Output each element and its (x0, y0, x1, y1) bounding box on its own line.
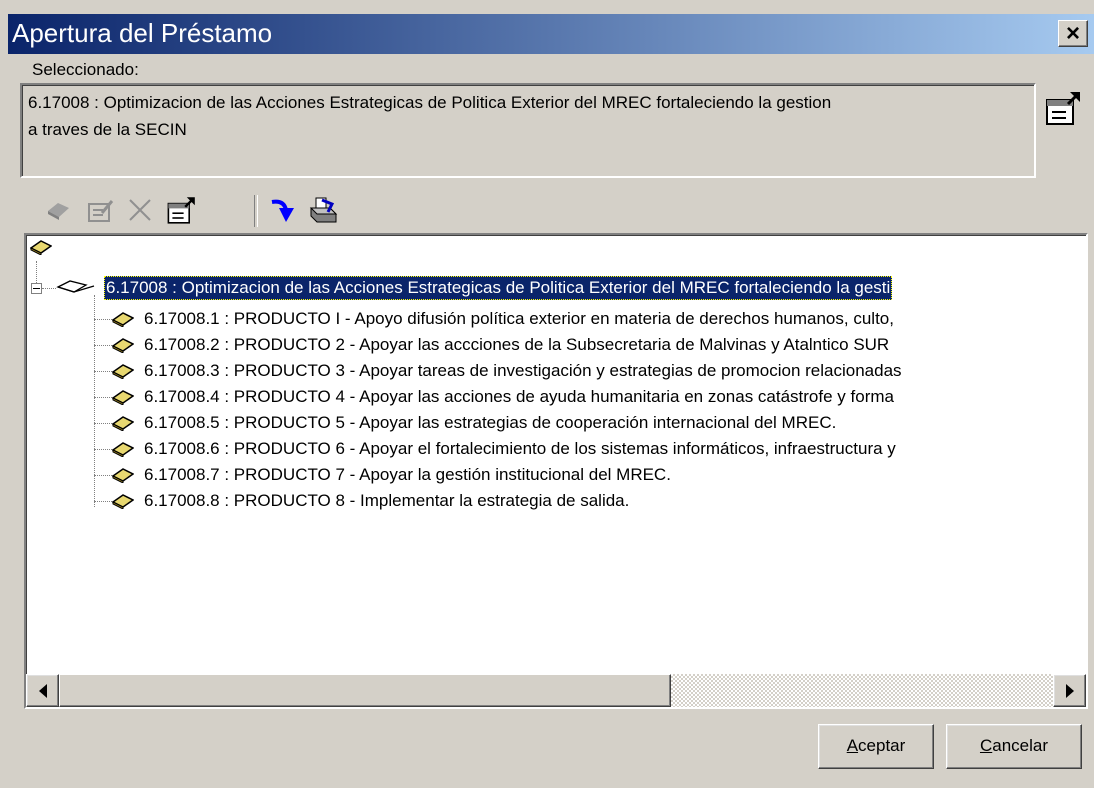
close-button[interactable]: × (1058, 20, 1088, 47)
scroll-left-button[interactable] (26, 674, 59, 707)
collapse-toggle[interactable] (31, 283, 42, 294)
scroll-track[interactable] (671, 674, 1053, 707)
scroll-right-button[interactable] (1053, 674, 1086, 707)
tree-branch (94, 475, 112, 476)
cancel-label: ancelar (992, 736, 1049, 755)
toolbar-separator (254, 195, 258, 227)
horizontal-scrollbar[interactable] (26, 674, 1086, 707)
tree-branch (94, 423, 112, 424)
tree-node-child[interactable]: 6.17008.6 : PRODUCTO 6 - Apoyar el forta… (144, 437, 896, 461)
tree-branch (94, 397, 112, 398)
tree-node-child[interactable]: 6.17008.2 : PRODUCTO 2 - Apoyar las accc… (144, 333, 889, 357)
arrow-left-icon (38, 683, 47, 698)
scroll-thumb[interactable] (59, 674, 671, 707)
selected-label: Seleccionado: (32, 60, 139, 79)
properties-icon (167, 197, 195, 224)
tree-line-root (36, 261, 37, 283)
window-title: Apertura del Préstamo (12, 18, 273, 48)
edit-button[interactable] (82, 192, 118, 228)
delete-icon (129, 199, 151, 221)
tree-branch (94, 449, 112, 450)
properties-toolbar-button[interactable] (164, 192, 200, 228)
move-down-button[interactable] (266, 192, 302, 228)
selected-text-box: 6.17008 : Optimizacion de las Acciones E… (20, 83, 1036, 178)
toolbar (40, 192, 440, 232)
open-book-icon (56, 280, 95, 293)
tree-line-root-branch (42, 288, 56, 289)
tree-node-child[interactable]: 6.17008.1 : PRODUCTO I - Apoyo difusión … (144, 307, 894, 331)
book-icon (112, 494, 134, 509)
edit-icon (88, 200, 114, 222)
selected-text-line-1: 6.17008 : Optimizacion de las Acciones E… (28, 93, 832, 112)
book-icon (112, 338, 134, 353)
accept-button[interactable]: Aceptar (818, 724, 934, 769)
tree-node-child[interactable]: 6.17008.3 : PRODUCTO 3 - Apoyar tareas d… (144, 359, 902, 383)
cancel-mnemonic: C (979, 736, 993, 755)
tree-branch (94, 501, 112, 502)
book-icon (112, 468, 134, 483)
add-button[interactable] (40, 192, 76, 228)
accept-mnemonic: A (846, 736, 859, 755)
tree-branch (94, 345, 112, 346)
tree-branch (94, 319, 112, 320)
book-icon (112, 416, 134, 431)
book-icon (112, 442, 134, 457)
title-bar[interactable]: Apertura del Préstamo × (8, 14, 1094, 54)
tree-branch (94, 371, 112, 372)
loan-opening-dialog: Apertura del Préstamo × Seleccionado: 6.… (0, 0, 1094, 788)
accept-label: ceptar (858, 736, 906, 755)
print-icon (309, 197, 338, 223)
move-down-icon (271, 199, 294, 222)
add-icon (48, 203, 69, 220)
book-icon (112, 364, 134, 379)
book-icon (112, 390, 134, 405)
print-button[interactable] (306, 192, 342, 228)
arrow-right-icon (1065, 683, 1074, 698)
tree-node-child[interactable]: 6.17008.4 : PRODUCTO 4 - Apoyar las acci… (144, 385, 894, 409)
book-icon (30, 240, 52, 255)
tree-node-child[interactable]: 6.17008.8 : PRODUCTO 8 - Implementar la … (144, 489, 629, 513)
tree-node-root[interactable]: 6.17008 : Optimizacion de las Acciones E… (104, 276, 893, 300)
properties-button[interactable] (1044, 88, 1084, 128)
cancel-button[interactable]: Cancelar (946, 724, 1082, 769)
delete-button[interactable] (122, 192, 158, 228)
tree-node-child[interactable]: 6.17008.5 : PRODUCTO 5 - Apoyar las estr… (144, 411, 836, 435)
tree-node-child[interactable]: 6.17008.7 : PRODUCTO 7 - Apoyar la gesti… (144, 463, 671, 487)
loan-tree-view[interactable]: 6.17008 : Optimizacion de las Acciones E… (24, 233, 1088, 709)
book-icon (112, 312, 134, 327)
selected-text-line-2: a traves de la SECIN (28, 120, 187, 139)
properties-icon (1046, 92, 1080, 125)
